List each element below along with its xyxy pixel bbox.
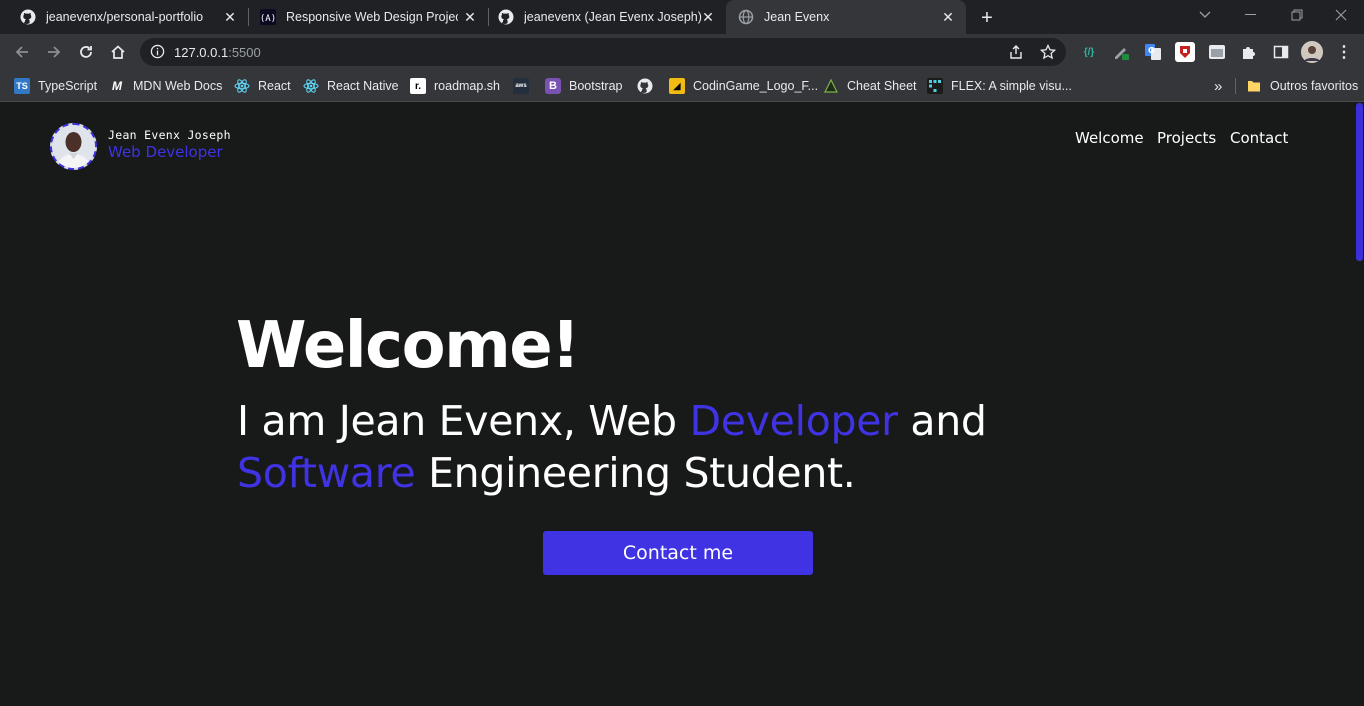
tab-strip: jeanevenx/personal-portfolio ✕ (A) Respo… (0, 0, 1364, 34)
hero-title: Welcome! (236, 309, 580, 383)
github-icon (20, 9, 36, 25)
portfolio-page: Jean Evenx Joseph Web Developer Welcome … (0, 103, 1364, 706)
side-panel-icon[interactable] (1271, 42, 1291, 62)
page-scrollbar[interactable] (1354, 103, 1364, 706)
close-tab-icon[interactable]: ✕ (222, 9, 238, 25)
close-tab-icon[interactable]: ✕ (462, 9, 478, 25)
extensions-puzzle-icon[interactable] (1239, 42, 1259, 62)
tab-github-portfolio[interactable]: jeanevenx/personal-portfolio ✕ (8, 0, 248, 34)
bookmark-label: React Native (327, 79, 399, 93)
bookmark-roadmap[interactable]: r. roadmap.sh (410, 76, 500, 96)
react-icon (303, 78, 319, 94)
browser-toolbar: 127.0.0.1:5500 {/} G ⋮ (0, 34, 1364, 70)
new-tab-icon[interactable]: + (976, 7, 998, 29)
bootstrap-icon: B (545, 78, 561, 94)
other-bookmarks-folder[interactable]: Outros favoritos (1246, 76, 1358, 96)
bookmark-flex[interactable]: FLEX: A simple visu... (927, 76, 1072, 96)
close-window-icon[interactable] (1318, 0, 1364, 30)
bookmark-bootstrap[interactable]: B Bootstrap (545, 76, 623, 96)
url-text: 127.0.0.1:5500 (174, 45, 261, 60)
brand-name: Jean Evenx Joseph (108, 128, 231, 142)
close-tab-icon[interactable]: ✕ (700, 9, 716, 25)
cheat-sheet-icon (823, 78, 839, 94)
bookmark-react[interactable]: React (234, 76, 291, 96)
share-icon[interactable] (1006, 42, 1026, 62)
bookmark-label: roadmap.sh (434, 79, 501, 93)
bookmarks-bar: TS TypeScript M MDN Web Docs React React… (0, 70, 1364, 102)
bookmark-typescript[interactable]: TS TypeScript (14, 76, 97, 96)
restore-icon[interactable] (1274, 0, 1320, 30)
github-icon (637, 78, 653, 94)
back-icon[interactable] (8, 38, 36, 66)
brand-role: Web Developer (108, 143, 223, 161)
tab-title: jeanevenx (Jean Evenx Joseph) (524, 10, 702, 24)
nav-welcome[interactable]: Welcome (1075, 129, 1144, 147)
bookmark-label: FLEX: A simple visu... (951, 79, 1072, 93)
nav-projects[interactable]: Projects (1157, 129, 1216, 147)
profile-photo (50, 123, 97, 170)
extension-code-icon[interactable]: {/} (1079, 42, 1099, 62)
close-tab-icon[interactable]: ✕ (940, 9, 956, 25)
roadmap-icon: r. (410, 78, 426, 94)
bookmark-label: Outros favoritos (1270, 79, 1359, 93)
nav-contact[interactable]: Contact (1230, 129, 1288, 147)
svg-text:(A): (A) (260, 14, 276, 24)
overflow-label: » (1214, 77, 1223, 95)
hero-subtitle: I am Jean Evenx, Web Developer and Softwa… (237, 397, 987, 497)
tab-title: Jean Evenx (764, 10, 830, 24)
bookmarks-overflow-icon[interactable]: » (1214, 76, 1222, 96)
tab-title: jeanevenx/personal-portfolio (46, 10, 204, 24)
contact-me-button[interactable]: Contact me (543, 531, 813, 575)
freecodecamp-icon: (A) (260, 9, 276, 25)
extension-screenshot-icon[interactable] (1207, 42, 1227, 62)
folder-icon (1246, 78, 1262, 94)
bookmark-label: MDN Web Docs (133, 79, 223, 93)
codingame-icon: ◢ (669, 78, 685, 94)
flex-icon (927, 78, 943, 94)
bookmark-react-native[interactable]: React Native (303, 76, 399, 96)
bookmark-github[interactable] (637, 76, 653, 96)
bookmark-mdn[interactable]: M MDN Web Docs (109, 76, 222, 96)
tab-search-icon[interactable] (1182, 0, 1228, 30)
google-translate-icon[interactable]: G (1143, 42, 1163, 62)
tab-jean-evenx[interactable]: Jean Evenx ✕ (726, 0, 966, 34)
profile-avatar-icon[interactable] (1301, 41, 1323, 63)
aws-icon: aws (513, 78, 529, 94)
bookmark-star-icon[interactable] (1038, 42, 1058, 62)
extension-shield-icon[interactable] (1175, 42, 1195, 62)
tab-responsive-web-design[interactable]: (A) Responsive Web Design Projects ✕ (248, 0, 488, 34)
tab-title: Responsive Web Design Projects (286, 10, 458, 24)
github-icon (498, 9, 514, 25)
globe-icon (738, 9, 754, 25)
bookmark-codingame[interactable]: ◢ CodinGame_Logo_F... (669, 76, 818, 96)
reload-icon[interactable] (72, 38, 100, 66)
typescript-icon: TS (14, 78, 30, 94)
bookmark-cheat-sheet[interactable]: Cheat Sheet (823, 76, 917, 96)
react-icon (234, 78, 250, 94)
address-bar[interactable]: 127.0.0.1:5500 (140, 38, 1066, 66)
mdn-icon: M (112, 79, 122, 93)
site-info-icon[interactable] (150, 44, 165, 64)
forward-icon[interactable] (40, 38, 68, 66)
tab-github-profile[interactable]: jeanevenx (Jean Evenx Joseph) ✕ (486, 0, 726, 34)
bookmark-label: CodinGame_Logo_F... (693, 79, 819, 93)
chrome-menu-icon[interactable]: ⋮ (1334, 42, 1354, 62)
home-icon[interactable] (104, 38, 132, 66)
extension-pen-icon[interactable] (1111, 42, 1131, 62)
bookmark-label: Cheat Sheet (847, 79, 917, 93)
scrollbar-thumb[interactable] (1356, 103, 1363, 261)
bookmark-label: Bootstrap (569, 79, 623, 93)
svg-text:G: G (1148, 46, 1155, 55)
bookmark-label: React (258, 79, 291, 93)
bookmark-label: TypeScript (38, 79, 98, 93)
minimize-icon[interactable] (1228, 0, 1274, 30)
bookmark-aws[interactable]: aws (513, 76, 529, 96)
